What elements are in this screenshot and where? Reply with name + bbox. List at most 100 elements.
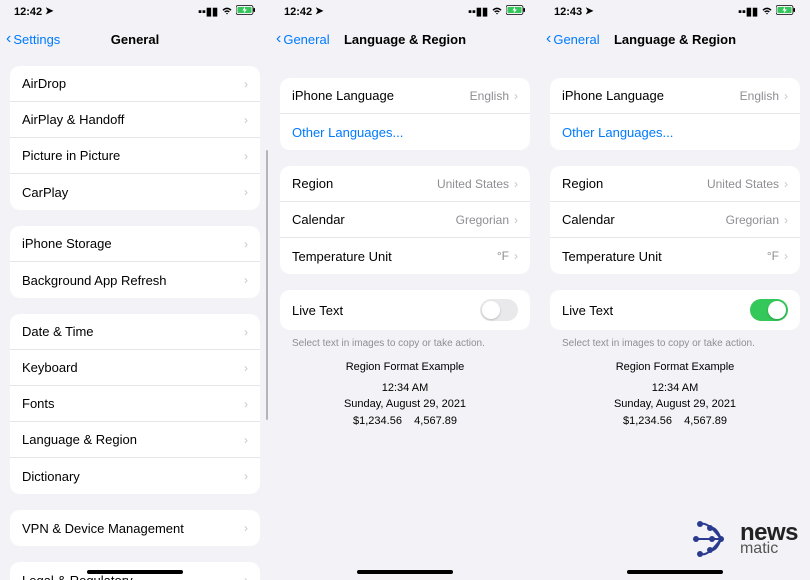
row-picture-in-picture[interactable]: Picture in Picture› <box>10 138 260 174</box>
chevron-right-icon: › <box>514 249 518 263</box>
phone-screen-language-region-on: 12:43 ➤ ▪▪▮▮ ‹ General Language & Region… <box>540 0 810 580</box>
nav-bar: ‹ Settings General <box>0 20 270 58</box>
chevron-right-icon: › <box>784 213 788 227</box>
chevron-right-icon: › <box>784 89 788 103</box>
chevron-right-icon: › <box>244 185 248 199</box>
row-calendar[interactable]: Calendar Gregorian› <box>550 202 800 238</box>
back-label: General <box>553 32 599 47</box>
location-icon: ➤ <box>585 6 593 17</box>
back-button[interactable]: ‹ General <box>276 30 330 48</box>
chevron-right-icon: › <box>244 433 248 447</box>
row-vpn-device-management[interactable]: VPN & Device Management› <box>10 510 260 546</box>
row-region[interactable]: Region United States› <box>280 166 530 202</box>
live-text-switch[interactable] <box>480 299 518 321</box>
row-calendar[interactable]: Calendar Gregorian› <box>280 202 530 238</box>
back-label: General <box>283 32 329 47</box>
chevron-right-icon: › <box>514 177 518 191</box>
home-indicator[interactable] <box>627 570 723 574</box>
logo-mark-icon <box>688 516 734 562</box>
row-date-time[interactable]: Date & Time› <box>10 314 260 350</box>
back-label: Settings <box>13 32 60 47</box>
group-region: Region United States› Calendar Gregorian… <box>550 166 800 274</box>
row-background-app-refresh[interactable]: Background App Refresh› <box>10 262 260 298</box>
region-format-example: Region Format Example 12:34 AM Sunday, A… <box>550 359 800 429</box>
chevron-right-icon: › <box>244 149 248 163</box>
row-carplay[interactable]: CarPlay› <box>10 174 260 210</box>
content-area: iPhone Language English› Other Languages… <box>270 58 540 580</box>
chevron-right-icon: › <box>244 397 248 411</box>
home-indicator[interactable] <box>357 570 453 574</box>
region-format-example: Region Format Example 12:34 AM Sunday, A… <box>280 359 530 429</box>
battery-icon <box>236 5 256 18</box>
row-language-region[interactable]: Language & Region› <box>10 422 260 458</box>
row-live-text[interactable]: Live Text <box>550 290 800 330</box>
page-title: Language & Region <box>344 32 466 47</box>
location-icon: ➤ <box>45 6 53 17</box>
content-area: iPhone Language English› Other Languages… <box>540 58 810 580</box>
back-button[interactable]: ‹ General <box>546 30 600 48</box>
content-area: AirDrop› AirPlay & Handoff› Picture in P… <box>0 58 270 580</box>
chevron-left-icon: ‹ <box>6 30 11 48</box>
wifi-icon <box>491 6 503 18</box>
newsmatic-logo: news matic <box>688 516 798 562</box>
chevron-right-icon: › <box>244 237 248 251</box>
row-live-text[interactable]: Live Text <box>280 290 530 330</box>
chevron-right-icon: › <box>244 113 248 127</box>
chevron-right-icon: › <box>244 521 248 535</box>
row-iphone-language[interactable]: iPhone Language English› <box>550 78 800 114</box>
live-text-footer: Select text in images to copy or take ac… <box>550 334 800 359</box>
group-1: AirDrop› AirPlay & Handoff› Picture in P… <box>10 66 260 210</box>
group-live-text: Live Text <box>550 290 800 330</box>
group-live-text: Live Text <box>280 290 530 330</box>
status-bar: 12:42 ➤ ▪▪▮▮ <box>270 0 540 20</box>
signal-icon: ▪▪▮▮ <box>468 5 488 18</box>
row-region[interactable]: Region United States› <box>550 166 800 202</box>
row-airplay-handoff[interactable]: AirPlay & Handoff› <box>10 102 260 138</box>
row-iphone-storage[interactable]: iPhone Storage› <box>10 226 260 262</box>
live-text-switch[interactable] <box>750 299 788 321</box>
group-language: iPhone Language English› Other Languages… <box>550 78 800 150</box>
page-title: General <box>111 32 159 47</box>
wifi-icon <box>761 6 773 18</box>
row-iphone-language[interactable]: iPhone Language English› <box>280 78 530 114</box>
signal-icon: ▪▪▮▮ <box>198 5 218 18</box>
row-dictionary[interactable]: Dictionary› <box>10 458 260 494</box>
row-other-languages[interactable]: Other Languages... <box>280 114 530 150</box>
status-time: 12:42 <box>14 6 42 18</box>
row-temperature-unit[interactable]: Temperature Unit °F› <box>550 238 800 274</box>
row-keyboard[interactable]: Keyboard› <box>10 350 260 386</box>
chevron-right-icon: › <box>784 249 788 263</box>
row-temperature-unit[interactable]: Temperature Unit °F› <box>280 238 530 274</box>
signal-icon: ▪▪▮▮ <box>738 5 758 18</box>
status-bar: 12:43 ➤ ▪▪▮▮ <box>540 0 810 20</box>
phone-screen-general: 12:42 ➤ ▪▪▮▮ ‹ Settings General AirDrop›… <box>0 0 270 580</box>
home-indicator[interactable] <box>87 570 183 574</box>
group-4: VPN & Device Management› <box>10 510 260 546</box>
group-language: iPhone Language English› Other Languages… <box>280 78 530 150</box>
phone-screen-language-region-off: 12:42 ➤ ▪▪▮▮ ‹ General Language & Region… <box>270 0 540 580</box>
chevron-right-icon: › <box>244 273 248 287</box>
status-time: 12:42 <box>284 6 312 18</box>
chevron-right-icon: › <box>244 77 248 91</box>
battery-icon <box>776 5 796 18</box>
back-button[interactable]: ‹ Settings <box>6 30 60 48</box>
chevron-right-icon: › <box>244 325 248 339</box>
location-icon: ➤ <box>315 6 323 17</box>
chevron-right-icon: › <box>514 89 518 103</box>
row-fonts[interactable]: Fonts› <box>10 386 260 422</box>
live-text-footer: Select text in images to copy or take ac… <box>280 334 530 359</box>
chevron-left-icon: ‹ <box>546 30 551 48</box>
nav-bar: ‹ General Language & Region <box>270 20 540 58</box>
wifi-icon <box>221 6 233 18</box>
page-title: Language & Region <box>614 32 736 47</box>
battery-icon <box>506 5 526 18</box>
chevron-right-icon: › <box>784 177 788 191</box>
chevron-right-icon: › <box>244 469 248 483</box>
row-airdrop[interactable]: AirDrop› <box>10 66 260 102</box>
scroll-indicator[interactable] <box>266 150 268 420</box>
status-time: 12:43 <box>554 6 582 18</box>
group-region: Region United States› Calendar Gregorian… <box>280 166 530 274</box>
nav-bar: ‹ General Language & Region <box>540 20 810 58</box>
row-other-languages[interactable]: Other Languages... <box>550 114 800 150</box>
status-bar: 12:42 ➤ ▪▪▮▮ <box>0 0 270 20</box>
